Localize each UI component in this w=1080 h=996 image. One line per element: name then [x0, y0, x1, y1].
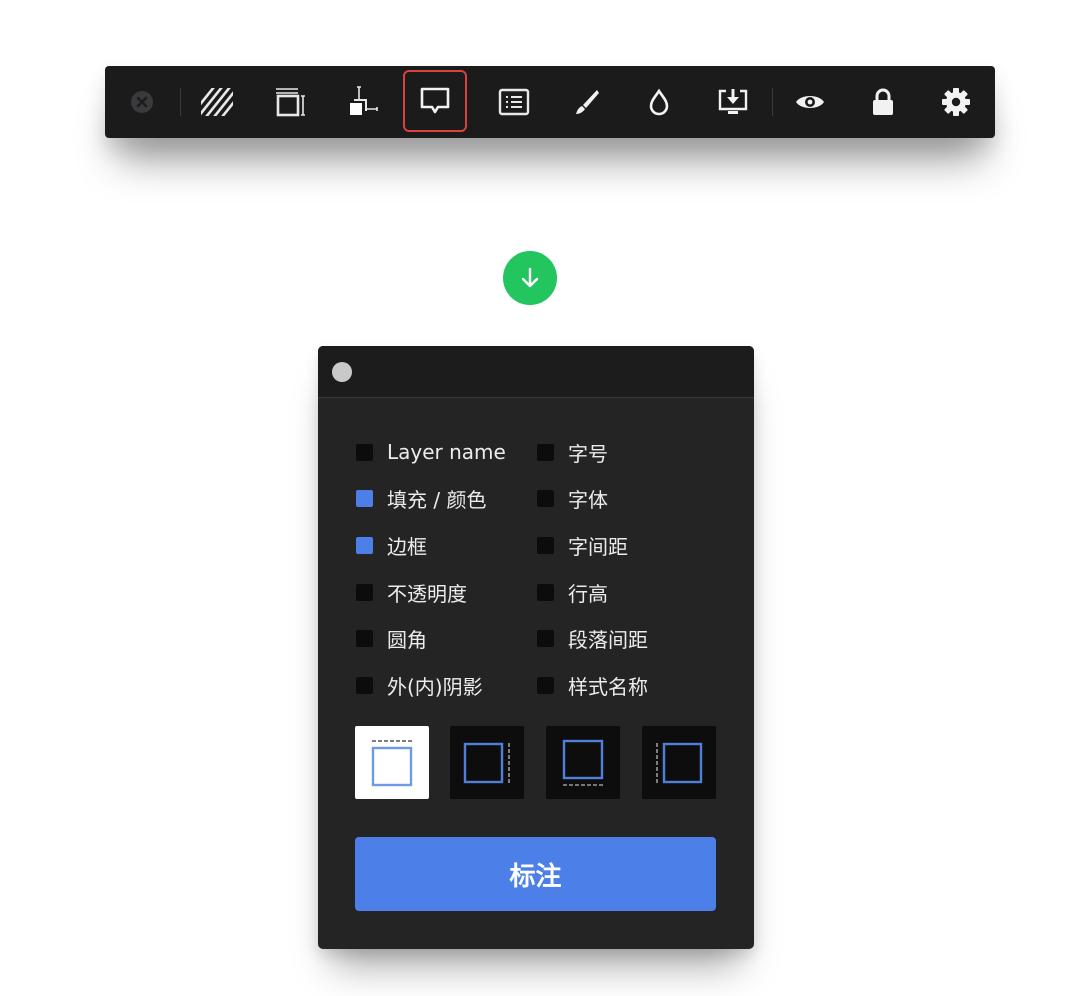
- export-download-icon[interactable]: [711, 80, 755, 124]
- position-right-button[interactable]: [450, 726, 524, 799]
- option-label: 行高: [568, 581, 608, 606]
- close-circle-icon[interactable]: [120, 80, 164, 124]
- checkbox[interactable]: [537, 629, 554, 647]
- checkbox[interactable]: [537, 583, 554, 601]
- option-border[interactable]: 边框: [356, 531, 427, 559]
- option-label: 外(内)阴影: [387, 674, 483, 699]
- position-left-button[interactable]: [642, 726, 716, 799]
- stage: Layer name 填充 / 颜色 边框 不透明度 圆角 外(内)阴影 字号: [0, 0, 1080, 996]
- spacing-measure-icon[interactable]: [341, 80, 385, 124]
- option-corner-radius[interactable]: 圆角: [356, 624, 427, 652]
- hatch-pattern-icon[interactable]: [195, 80, 239, 124]
- panel-titlebar: [318, 346, 754, 398]
- list-properties-icon[interactable]: [492, 80, 536, 124]
- lock-icon[interactable]: [861, 80, 905, 124]
- annotate-button[interactable]: 标注: [355, 837, 716, 911]
- option-label: 样式名称: [568, 674, 648, 699]
- checkbox[interactable]: [356, 443, 373, 461]
- option-style-name[interactable]: 样式名称: [537, 671, 648, 699]
- option-label: 段落间距: [568, 627, 648, 652]
- label-top-icon: [371, 739, 413, 786]
- annotation-panel: Layer name 填充 / 颜色 边框 不透明度 圆角 外(内)阴影 字号: [318, 346, 754, 949]
- option-line-height[interactable]: 行高: [537, 578, 608, 606]
- checkbox[interactable]: [356, 583, 373, 601]
- option-fill-color[interactable]: 填充 / 颜色: [356, 484, 486, 512]
- toolbar-divider: [180, 88, 181, 116]
- option-paragraph-spacing[interactable]: 段落间距: [537, 624, 648, 652]
- option-label: 圆角: [387, 627, 427, 652]
- toolbar-divider: [772, 88, 773, 116]
- option-label: 边框: [387, 534, 427, 559]
- comment-note-icon[interactable]: [403, 70, 467, 132]
- checkbox[interactable]: [356, 629, 373, 647]
- checkbox[interactable]: [356, 536, 373, 554]
- option-font-family[interactable]: 字体: [537, 484, 608, 512]
- arrow-down-icon: [503, 251, 557, 305]
- window-close-dot[interactable]: [332, 362, 352, 382]
- option-label: 字间距: [568, 534, 628, 559]
- option-label: Layer name: [387, 440, 506, 464]
- option-letter-spacing[interactable]: 字间距: [537, 531, 628, 559]
- option-layer-name[interactable]: Layer name: [356, 438, 506, 466]
- checkbox[interactable]: [537, 536, 554, 554]
- option-label: 字号: [568, 441, 608, 466]
- eye-icon[interactable]: [788, 80, 832, 124]
- color-drop-icon[interactable]: [637, 80, 681, 124]
- brush-icon[interactable]: [565, 80, 609, 124]
- label-left-icon: [656, 742, 703, 783]
- option-font-size[interactable]: 字号: [537, 438, 608, 466]
- option-label: 字体: [568, 487, 608, 512]
- checkbox[interactable]: [537, 489, 554, 507]
- checkbox[interactable]: [537, 443, 554, 461]
- option-label: 不透明度: [387, 581, 467, 606]
- position-bottom-button[interactable]: [546, 726, 620, 799]
- gear-icon[interactable]: [934, 80, 978, 124]
- position-top-button[interactable]: [355, 726, 429, 799]
- label-right-icon: [463, 742, 510, 783]
- frame-size-icon[interactable]: [269, 80, 313, 124]
- annotation-toolbar: [105, 66, 995, 138]
- checkbox[interactable]: [356, 676, 373, 694]
- option-label: 填充 / 颜色: [387, 487, 487, 512]
- label-bottom-icon: [562, 739, 604, 786]
- checkbox[interactable]: [537, 676, 554, 694]
- option-opacity[interactable]: 不透明度: [356, 578, 467, 606]
- option-shadow[interactable]: 外(内)阴影: [356, 671, 483, 699]
- checkbox[interactable]: [356, 489, 373, 507]
